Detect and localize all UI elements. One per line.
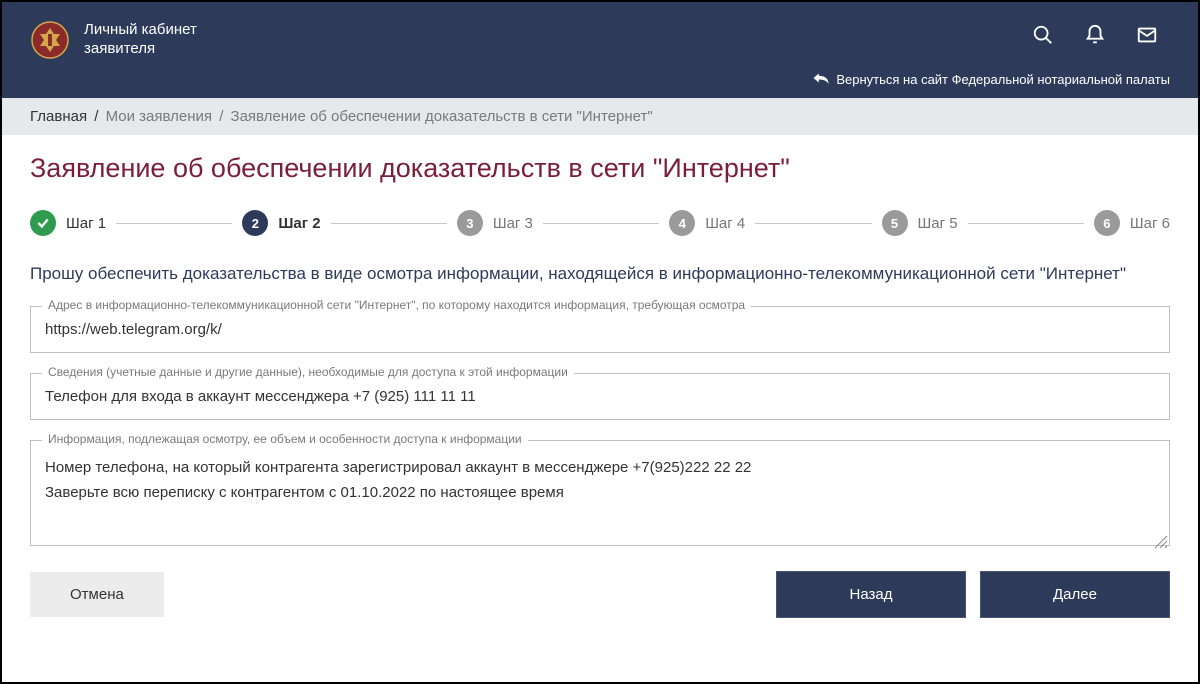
address-input[interactable] — [30, 306, 1170, 353]
field-credentials: Сведения (учетные данные и другие данные… — [30, 373, 1170, 420]
mail-icon[interactable] — [1136, 24, 1158, 51]
page-title: Заявление об обеспечении доказательств в… — [30, 153, 1170, 184]
step-num: 3 — [457, 210, 483, 236]
brand-text: Личный кабинет заявителя — [84, 21, 197, 59]
form-subtitle: Прошу обеспечить доказательства в виде о… — [30, 262, 1170, 286]
step-num: 6 — [1094, 210, 1120, 236]
next-button[interactable]: Далее — [980, 571, 1170, 618]
reply-arrow-icon — [812, 71, 830, 88]
bell-icon[interactable] — [1084, 24, 1106, 51]
search-icon[interactable] — [1032, 24, 1054, 51]
breadcrumb-my-applications[interactable]: Мои заявления — [106, 108, 212, 125]
emblem-icon — [30, 20, 70, 60]
step-label: Шаг 6 — [1130, 215, 1170, 232]
step-6[interactable]: 6 Шаг 6 — [1094, 210, 1170, 236]
breadcrumb-home[interactable]: Главная — [30, 108, 87, 125]
stepper: Шаг 1 2 Шаг 2 3 Шаг 3 4 Шаг 4 5 Шаг 5 — [30, 210, 1170, 236]
step-4[interactable]: 4 Шаг 4 — [669, 210, 745, 236]
step-5[interactable]: 5 Шаг 5 — [882, 210, 958, 236]
brand: Личный кабинет заявителя — [30, 14, 197, 60]
button-row: Отмена Назад Далее — [30, 571, 1170, 618]
info-textarea[interactable] — [30, 440, 1170, 547]
step-label: Шаг 4 — [705, 215, 745, 232]
back-link-label: Вернуться на сайт Федеральной нотариальн… — [836, 72, 1170, 87]
back-button[interactable]: Назад — [776, 571, 966, 618]
field-info-label: Информация, подлежащая осмотру, ее объем… — [42, 432, 528, 446]
breadcrumb-current: Заявление об обеспечении доказательств в… — [231, 108, 653, 125]
field-info: Информация, подлежащая осмотру, ее объем… — [30, 440, 1170, 552]
app-header: Личный кабинет заявителя Вернуться на са… — [2, 2, 1198, 98]
field-credentials-label: Сведения (учетные данные и другие данные… — [42, 365, 574, 379]
field-address-label: Адрес в информационно-телекоммуникационн… — [42, 298, 751, 312]
step-3[interactable]: 3 Шаг 3 — [457, 210, 533, 236]
field-address: Адрес в информационно-телекоммуникационн… — [30, 306, 1170, 353]
step-num: 5 — [882, 210, 908, 236]
step-num: 4 — [669, 210, 695, 236]
breadcrumbs: Главная / Мои заявления / Заявление об о… — [2, 98, 1198, 135]
header-icons — [1032, 14, 1170, 51]
step-label: Шаг 1 — [66, 215, 106, 232]
cancel-button[interactable]: Отмена — [30, 572, 164, 617]
step-label: Шаг 5 — [918, 215, 958, 232]
back-to-site-link[interactable]: Вернуться на сайт Федеральной нотариальн… — [812, 71, 1170, 88]
step-label: Шаг 3 — [493, 215, 533, 232]
check-icon — [30, 210, 56, 236]
step-num: 2 — [242, 210, 268, 236]
step-label: Шаг 2 — [278, 215, 320, 232]
step-1[interactable]: Шаг 1 — [30, 210, 106, 236]
step-2[interactable]: 2 Шаг 2 — [242, 210, 320, 236]
credentials-input[interactable] — [30, 373, 1170, 420]
